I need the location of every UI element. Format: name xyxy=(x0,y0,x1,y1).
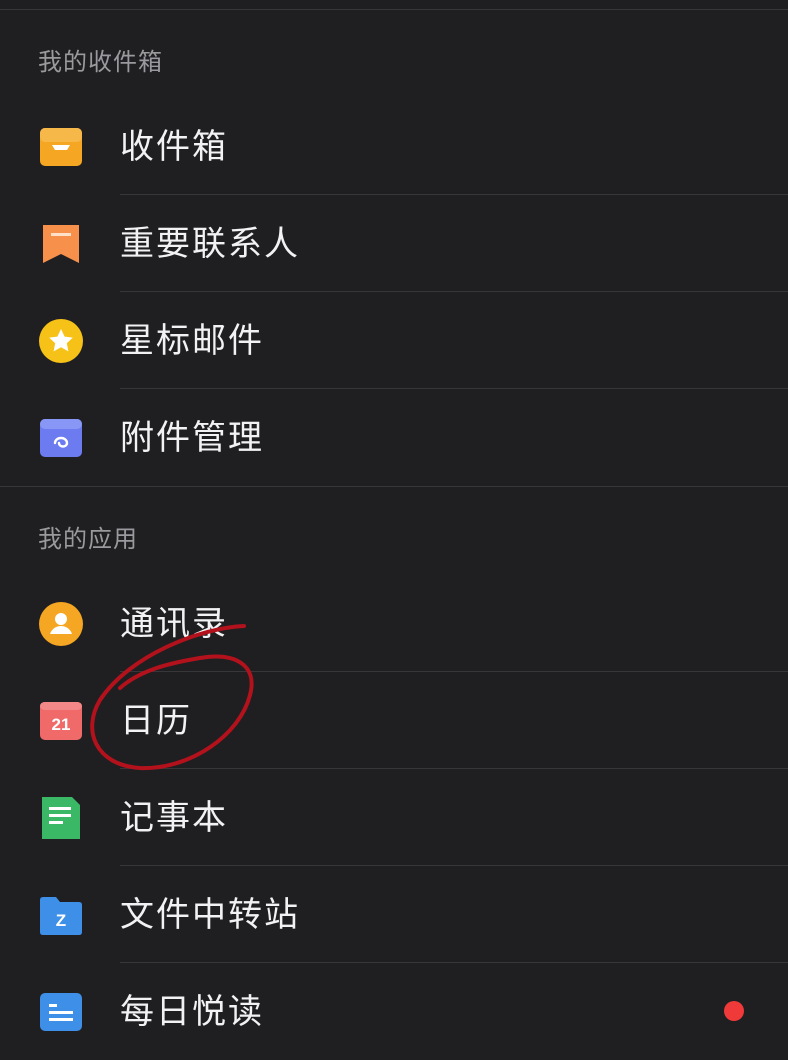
unread-badge xyxy=(724,1001,744,1021)
menu-item-label: 通讯录 xyxy=(120,604,228,644)
folder-icon-letter: Z xyxy=(56,911,66,930)
menu-item-file-transfer[interactable]: Z 文件中转站 xyxy=(0,866,788,963)
menu-item-label: 星标邮件 xyxy=(120,321,264,361)
menu-item-label: 重要联系人 xyxy=(120,224,300,264)
menu-item-label: 文件中转站 xyxy=(120,895,300,935)
inbox-tray-icon xyxy=(38,124,84,170)
menu-item-important-contacts[interactable]: 重要联系人 xyxy=(0,195,788,292)
menu-item-label: 附件管理 xyxy=(120,418,264,458)
menu-item-inbox[interactable]: 收件箱 xyxy=(0,98,788,195)
calendar-icon-date: 21 xyxy=(52,715,71,734)
menu-item-starred-mail[interactable]: 星标邮件 xyxy=(0,292,788,389)
folder-icon: Z xyxy=(38,892,84,938)
menu-item-label: 每日悦读 xyxy=(120,992,264,1032)
calendar-icon: 21 xyxy=(38,698,84,744)
menu-item-daily-reading[interactable]: 每日悦读 xyxy=(0,963,788,1060)
menu-item-label: 日历 xyxy=(120,701,192,741)
menu-item-label: 收件箱 xyxy=(120,127,228,167)
reading-icon xyxy=(38,989,84,1035)
top-divider xyxy=(0,9,788,10)
section-divider xyxy=(0,486,788,487)
menu-item-notepad[interactable]: 记事本 xyxy=(0,769,788,866)
contact-icon xyxy=(38,601,84,647)
star-icon xyxy=(38,318,84,364)
menu-item-attachments[interactable]: 附件管理 xyxy=(0,389,788,486)
bookmark-icon xyxy=(38,221,84,267)
section-header-apps: 我的应用 xyxy=(38,525,138,553)
notepad-icon xyxy=(38,795,84,841)
section-header-mailbox: 我的收件箱 xyxy=(38,48,163,76)
menu-item-contacts[interactable]: 通讯录 xyxy=(0,575,788,672)
menu-item-label: 记事本 xyxy=(120,798,228,838)
attachment-icon xyxy=(38,415,84,461)
menu-item-calendar[interactable]: 21 日历 xyxy=(0,672,788,769)
